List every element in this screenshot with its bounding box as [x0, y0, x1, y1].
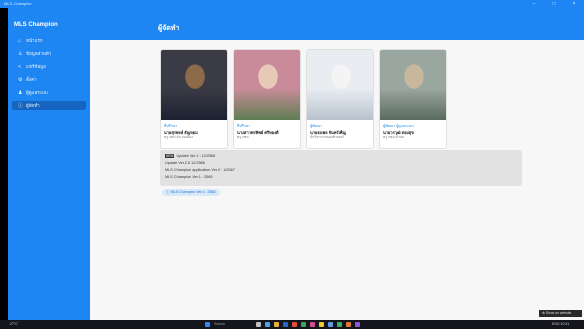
home-icon: ⌂ — [18, 38, 22, 44]
chrome-icon[interactable] — [292, 322, 297, 327]
developer-sub: ครู กศน.อำเภอเมือง — [164, 135, 193, 139]
developer-sub: ครู กศน.ตำบล — [383, 135, 404, 139]
developer-card: ที่ปรึกษา นางสาวพรทิพย์ ศรีทองดี ครู กศน. — [233, 49, 301, 149]
app-icon[interactable] — [319, 322, 324, 327]
clock-text: ENG 20:41 — [552, 322, 570, 326]
sidebar-item-label: ข้อมูลส่วนตัว — [26, 51, 52, 56]
sidebar-item[interactable]: ⚙ ตั้งค่า — [12, 75, 86, 84]
sidebar-item-label: แชร์ข้อมูล — [26, 64, 46, 69]
users-icon: ♟ — [18, 90, 23, 96]
page-header: ผู้จัดทำ — [90, 8, 584, 40]
sidebar-item[interactable]: ♟ ผู้ดูแลระบบ — [12, 88, 86, 97]
window-title: MLS Champion — [4, 1, 32, 6]
developer-photo — [234, 50, 300, 120]
developer-sub: นักวิชาการคอมพิวเตอร์ — [310, 135, 345, 139]
app-icon[interactable] — [346, 322, 351, 327]
sidebar-item-label: ผู้ดูแลระบบ — [26, 90, 48, 95]
edge-icon[interactable] — [265, 322, 270, 327]
sidebar: MLS Champion ⌂ หน้าแรก ♙ ข้อมูลส่วนตัว < แชร์… — [8, 8, 90, 320]
taskbar: 27°C Search ENG 20:41 — [0, 320, 584, 329]
version-line: NEW Update Ver.1 : 12/2565 — [165, 154, 216, 158]
word-icon[interactable] — [283, 322, 288, 327]
app-icon[interactable] — [337, 322, 342, 327]
page-title: ผู้จัดทำ — [158, 25, 180, 32]
taskbar-search[interactable]: Search — [214, 321, 225, 328]
close-button[interactable]: × — [564, 0, 584, 8]
sidebar-title: MLS Champion — [14, 22, 58, 28]
developer-photo — [307, 50, 373, 120]
app-icon[interactable] — [310, 322, 315, 327]
developer-photo — [161, 50, 227, 120]
share-icon: < — [18, 64, 21, 70]
new-badge: NEW — [165, 154, 175, 158]
developer-card: ผู้พัฒนา ผู้ดูแลระบบ นายวรวุฒิ ทองสุข ครู … — [379, 49, 447, 149]
sidebar-item[interactable]: ⓘ ผู้จัดทำ — [12, 101, 86, 110]
window-titlebar: MLS Champion — [0, 0, 584, 8]
version-line: Update Ver.2.5 12/2566 — [165, 161, 205, 165]
info-icon: ⓘ — [18, 103, 24, 109]
developer-card: ผู้พัฒนา นายธนพล จันทร์เพ็ญ นักวิชาการคอมพ… — [306, 49, 374, 149]
version-line: MLS Champion Ver.1 : 2565 — [165, 175, 213, 179]
app-icon[interactable] — [355, 322, 360, 327]
sidebar-item[interactable]: < แชร์ข้อมูล — [12, 62, 86, 71]
maximize-button[interactable]: □ — [544, 0, 564, 8]
sidebar-item-label: ผู้จัดทำ — [26, 103, 40, 108]
excel-icon[interactable] — [301, 322, 306, 327]
settings-icon: ⚙ — [18, 77, 23, 83]
developer-card: ที่ปรึกษา นายสุรพงษ์ ธัญหอม ครู กศน.อำเภอเ… — [160, 49, 228, 149]
sidebar-item[interactable]: ♙ ข้อมูลส่วนตัว — [12, 49, 86, 58]
main-content: ผู้จัดทำ ที่ปรึกษา นายสุรพงษ์ ธัญหอม ครู ก… — [90, 8, 584, 320]
sidebar-item[interactable]: ⌂ หน้าแรก — [12, 36, 86, 45]
person-icon: ♙ — [18, 51, 23, 57]
developer-sub: ครู กศน. — [237, 135, 250, 139]
windows-start-icon[interactable] — [205, 322, 210, 327]
folder-icon[interactable] — [274, 322, 279, 327]
version-chip[interactable]: ⓘ MLS Champion Ver.1 : 2565 — [162, 189, 220, 196]
taskview-icon[interactable] — [256, 322, 261, 327]
developer-photo — [380, 50, 446, 120]
minimize-button[interactable]: – — [524, 0, 544, 8]
weather-text: 27°C — [10, 322, 18, 326]
version-info-panel: NEW Update Ver.1 : 12/2565 Update Ver.2.5… — [160, 150, 522, 186]
sidebar-item-label: ตั้งค่า — [26, 77, 37, 82]
app-icon[interactable] — [328, 322, 333, 327]
sidebar-item-label: หน้าแรก — [26, 38, 43, 43]
version-line: MLS Champion application Ver.2 : 1/2567 — [165, 168, 235, 172]
show-on-website-button[interactable]: ⊕ Show on website — [539, 310, 582, 317]
